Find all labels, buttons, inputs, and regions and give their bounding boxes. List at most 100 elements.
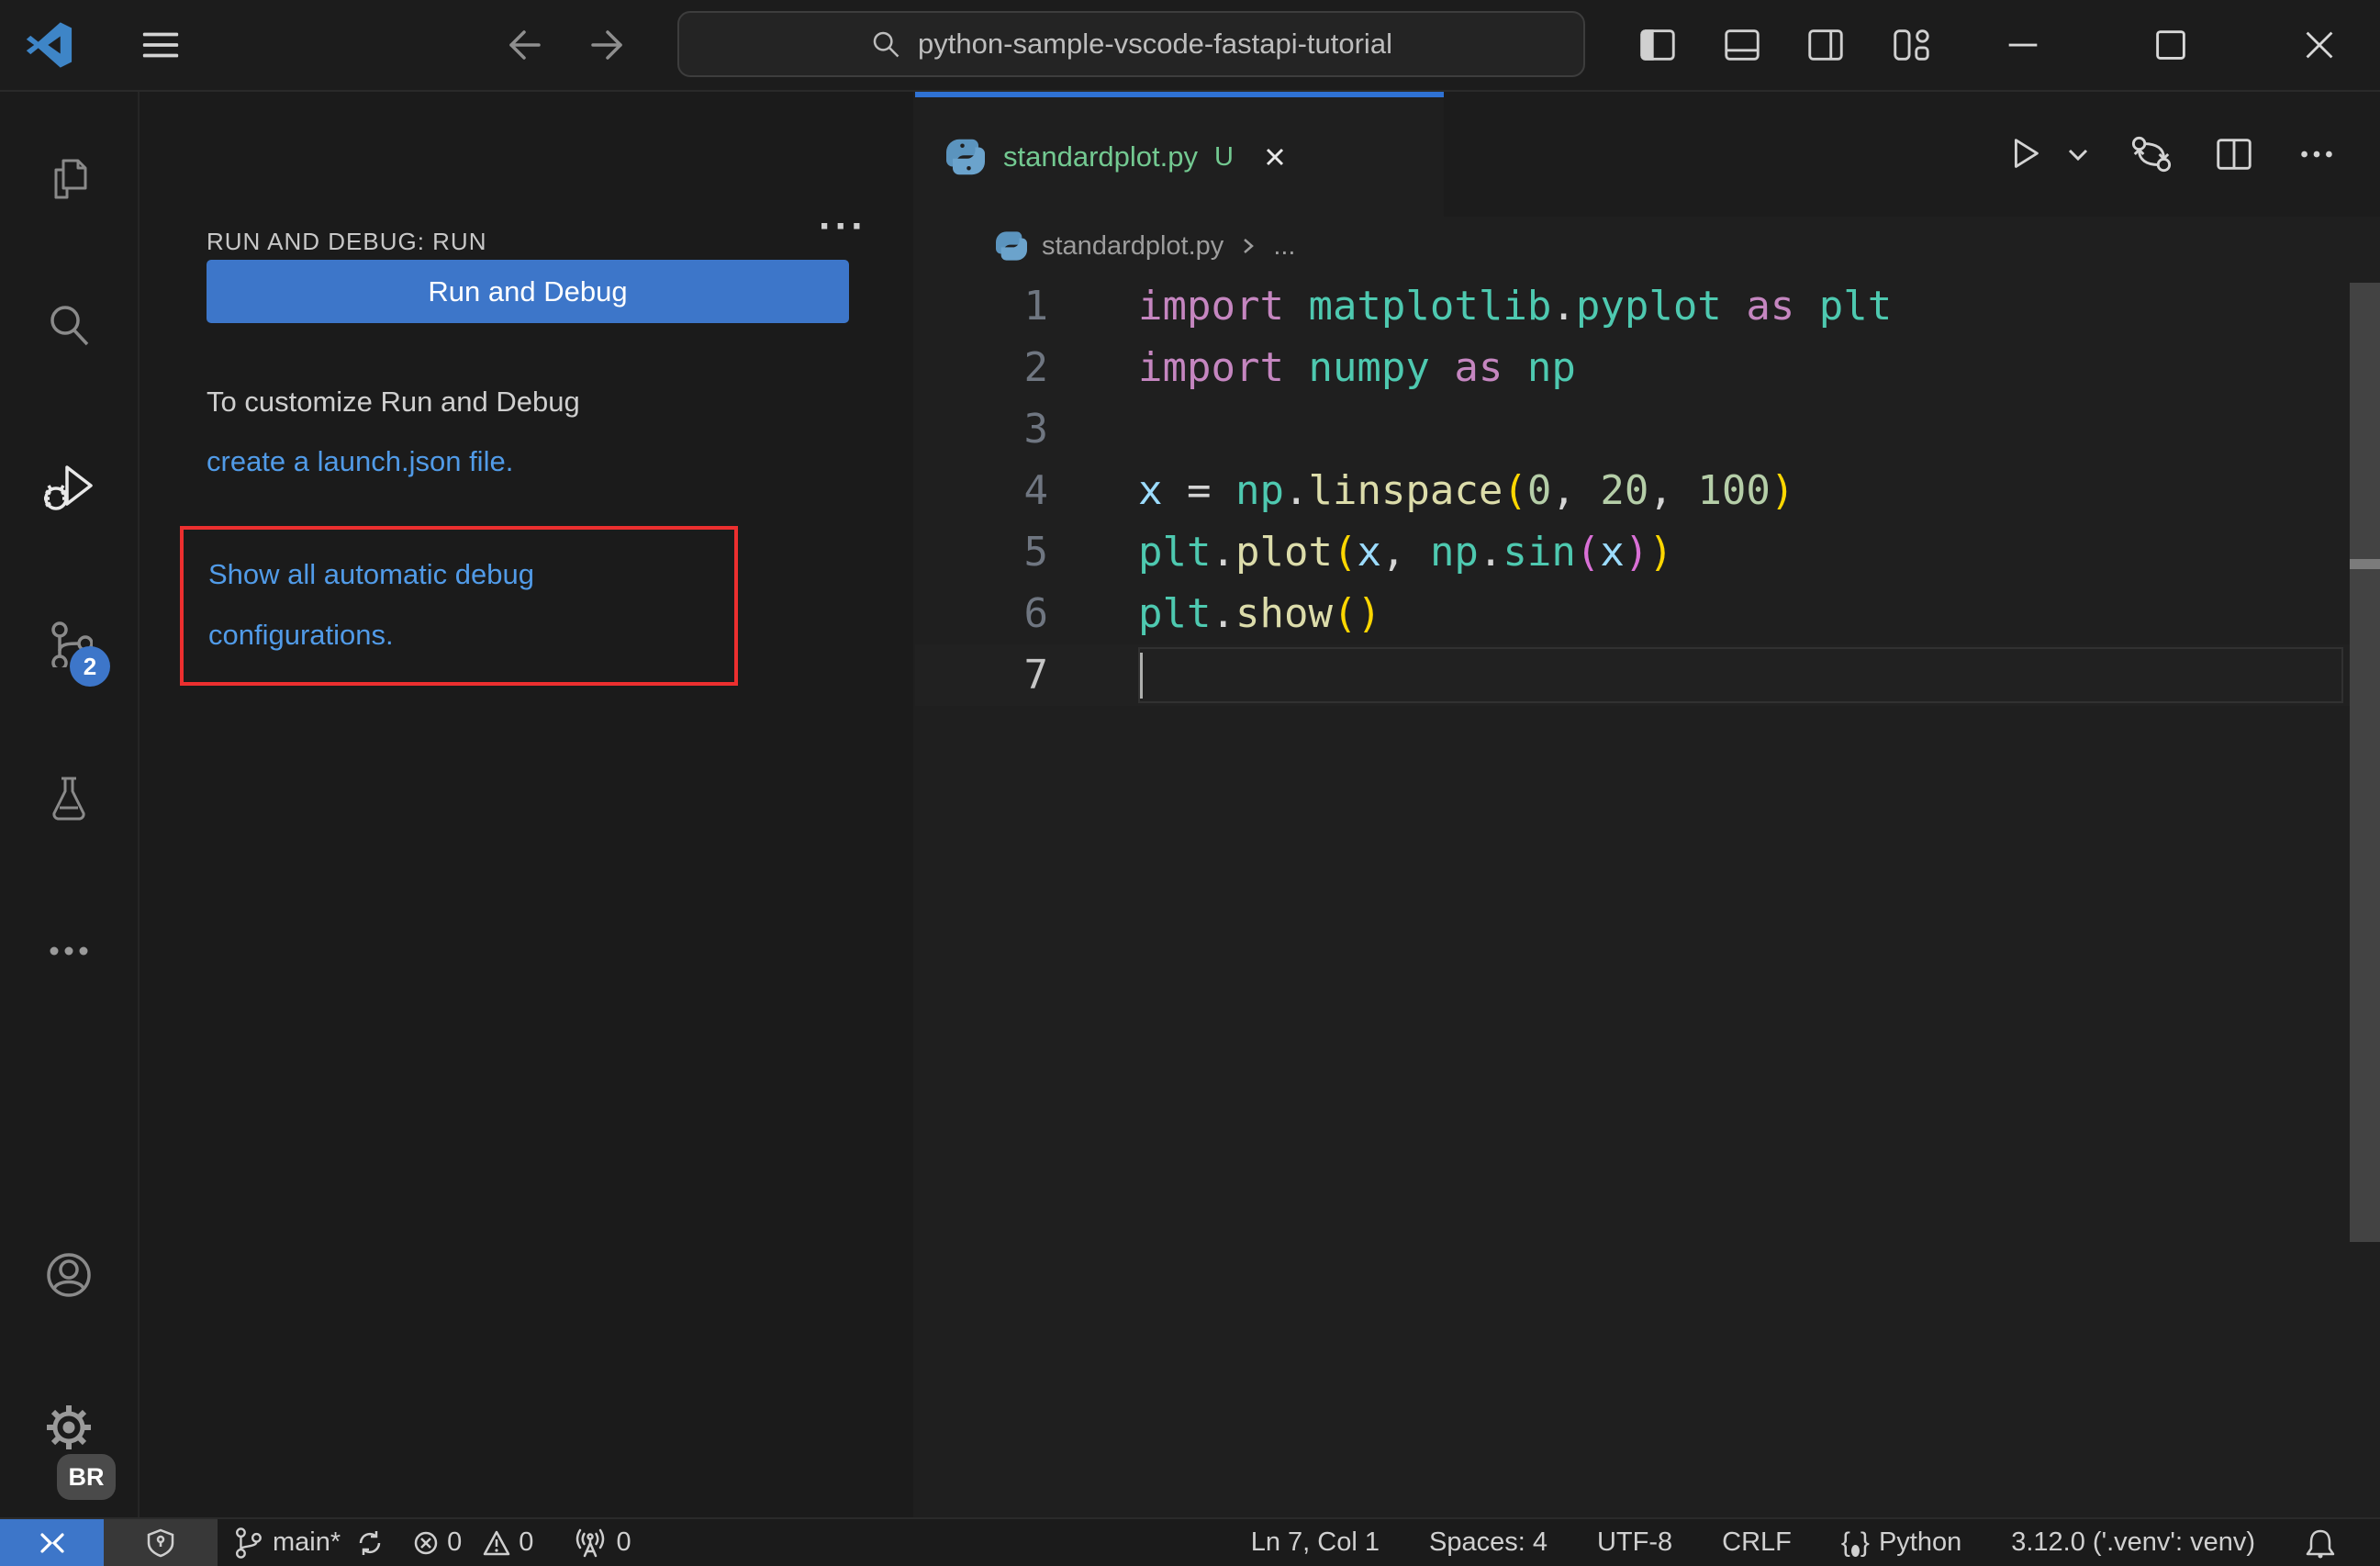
code-text: x = np.linspace(0, 20, 100) xyxy=(1138,467,1795,514)
code-line-3[interactable]: 3 xyxy=(915,398,2380,460)
indentation-item[interactable]: Spaces: 4 xyxy=(1429,1519,1548,1566)
python-icon xyxy=(946,138,985,176)
minimize-button[interactable] xyxy=(2002,24,2044,66)
editor-actions xyxy=(2004,92,2380,217)
tab-modified-indicator: U xyxy=(1213,141,1234,172)
shield-icon xyxy=(145,1527,176,1559)
open-changes-icon[interactable] xyxy=(2130,133,2173,175)
maximize-button[interactable] xyxy=(2150,24,2192,66)
split-editor-icon[interactable] xyxy=(2213,133,2255,175)
line-number: 7 xyxy=(1023,652,1049,699)
problems-item[interactable]: 0 0 xyxy=(412,1519,533,1566)
overview-ruler-cursor-marker xyxy=(2350,559,2380,569)
sidebar-item-testing[interactable] xyxy=(0,746,138,847)
navigate-forward-icon[interactable] xyxy=(587,23,631,67)
tab-close-icon[interactable] xyxy=(1261,143,1289,171)
run-and-debug-button[interactable]: Run and Debug xyxy=(207,260,849,323)
ports-item[interactable]: 0 xyxy=(574,1519,631,1566)
command-center-label: python-sample-vscode-fastapi-tutorial xyxy=(918,28,1392,60)
create-launch-json-link[interactable]: create a launch.json file. xyxy=(207,445,513,478)
code-area[interactable]: 1 import matplotlib.pyplot as plt 2 import … xyxy=(915,275,2380,706)
workspace-trust-item[interactable] xyxy=(104,1519,218,1566)
tab-bar: standardplot.py U xyxy=(915,92,2380,217)
sidebar-item-more[interactable] xyxy=(0,900,138,1001)
git-branch-icon xyxy=(232,1526,263,1560)
toggle-secondary-sidebar-icon[interactable] xyxy=(1805,24,1847,66)
vscode-logo-icon xyxy=(24,19,75,71)
line-number: 2 xyxy=(1023,344,1049,391)
radio-tower-icon xyxy=(574,1527,607,1560)
line-number: 3 xyxy=(1023,406,1049,453)
toggle-primary-sidebar-icon[interactable] xyxy=(1637,24,1679,66)
braces-icon: {} xyxy=(1840,1527,1870,1558)
run-dropdown-chevron-icon[interactable] xyxy=(2066,142,2090,166)
editor-scrollbar[interactable] xyxy=(2350,283,2380,1242)
accounts-button[interactable] xyxy=(0,1225,138,1326)
remote-icon xyxy=(36,1527,69,1560)
sidebar-item-search[interactable] xyxy=(0,275,138,376)
sidebar-item-run-and-debug[interactable] xyxy=(0,435,138,536)
line-number: 1 xyxy=(1023,283,1049,330)
code-line-1[interactable]: 1 import matplotlib.pyplot as plt xyxy=(915,275,2380,337)
tab-label: standardplot.py xyxy=(1003,140,1198,173)
title-bar: python-sample-vscode-fastapi-tutorial xyxy=(0,0,2380,92)
navigate-back-icon[interactable] xyxy=(500,23,544,67)
errors-count: 0 xyxy=(447,1527,463,1557)
code-line-5[interactable]: 5 plt.plot(x, np.sin(x)) xyxy=(915,521,2380,583)
status-bar-right: Ln 7, Col 1 Spaces: 4 UTF-8 CRLF {} Pyth… xyxy=(1251,1519,2380,1566)
activity-bar: 2 BR xyxy=(0,92,140,1519)
branch-item[interactable]: main* xyxy=(232,1519,385,1566)
line-col-item[interactable]: Ln 7, Col 1 xyxy=(1251,1519,1380,1566)
settings-button[interactable]: BR xyxy=(0,1377,138,1500)
breadcrumb-symbol[interactable]: ... xyxy=(1273,231,1295,262)
sidebar-more-actions[interactable]: ··· xyxy=(819,204,867,250)
run-and-debug-sidebar: RUN AND DEBUG: RUN ··· Run and Debug To … xyxy=(140,92,913,1519)
customize-layout-icon[interactable] xyxy=(1890,24,1932,66)
chevron-right-icon xyxy=(1238,236,1258,256)
code-line-2[interactable]: 2 import numpy as np xyxy=(915,337,2380,398)
code-line-7[interactable]: 7 xyxy=(915,644,2380,706)
current-line-highlight xyxy=(1138,647,2343,703)
sidebar-item-explorer[interactable] xyxy=(0,129,138,229)
code-line-6[interactable]: 6 plt.show() xyxy=(915,583,2380,644)
customize-hint-text: To customize Run and Debug xyxy=(207,386,580,418)
account-icon xyxy=(45,1251,93,1299)
menu-hamburger-icon[interactable] xyxy=(138,24,184,66)
ports-count: 0 xyxy=(616,1527,631,1557)
line-number: 5 xyxy=(1023,529,1049,576)
more-actions-icon[interactable] xyxy=(2296,133,2338,175)
debug-icon xyxy=(43,460,95,511)
beaker-icon xyxy=(45,773,93,821)
encoding-item[interactable]: UTF-8 xyxy=(1597,1519,1672,1566)
code-text: import matplotlib.pyplot as plt xyxy=(1138,283,1893,330)
show-all-configurations-link[interactable]: Show all automatic debug configurations. xyxy=(208,544,709,666)
python-icon xyxy=(996,230,1027,262)
close-button[interactable] xyxy=(2298,24,2341,66)
language-mode-item[interactable]: {} Python xyxy=(1841,1519,1961,1566)
bell-icon[interactable] xyxy=(2305,1527,2336,1559)
code-text: import numpy as np xyxy=(1138,344,1576,391)
line-number: 4 xyxy=(1023,467,1049,514)
sidebar-item-source-control[interactable]: 2 xyxy=(0,593,138,694)
language-label: Python xyxy=(1878,1527,1962,1557)
code-text: plt.show() xyxy=(1138,590,1381,637)
search-icon xyxy=(45,302,93,350)
warnings-icon xyxy=(482,1529,511,1557)
source-control-badge: 2 xyxy=(70,646,110,687)
tab-standardplot[interactable]: standardplot.py U xyxy=(915,92,1444,217)
breadcrumb-file[interactable]: standardplot.py xyxy=(1042,231,1224,262)
eol-item[interactable]: CRLF xyxy=(1722,1519,1792,1566)
settings-badge: BR xyxy=(57,1454,116,1500)
python-interpreter-item[interactable]: 3.12.0 ('.venv': venv) xyxy=(2011,1519,2255,1566)
editor-group: standardplot.py U standardplot.py ... 1 … xyxy=(915,92,2380,1519)
gear-icon xyxy=(45,1404,93,1451)
command-center-search[interactable]: python-sample-vscode-fastapi-tutorial xyxy=(677,11,1585,77)
remote-indicator[interactable] xyxy=(0,1519,104,1566)
breadcrumb[interactable]: standardplot.py ... xyxy=(915,217,2380,275)
branch-label: main* xyxy=(273,1527,341,1557)
files-icon xyxy=(45,155,93,203)
code-text: plt.plot(x, np.sin(x)) xyxy=(1138,529,1673,576)
toggle-panel-icon[interactable] xyxy=(1721,24,1763,66)
code-line-4[interactable]: 4 x = np.linspace(0, 20, 100) xyxy=(915,460,2380,521)
run-python-file-icon[interactable] xyxy=(2004,133,2046,175)
